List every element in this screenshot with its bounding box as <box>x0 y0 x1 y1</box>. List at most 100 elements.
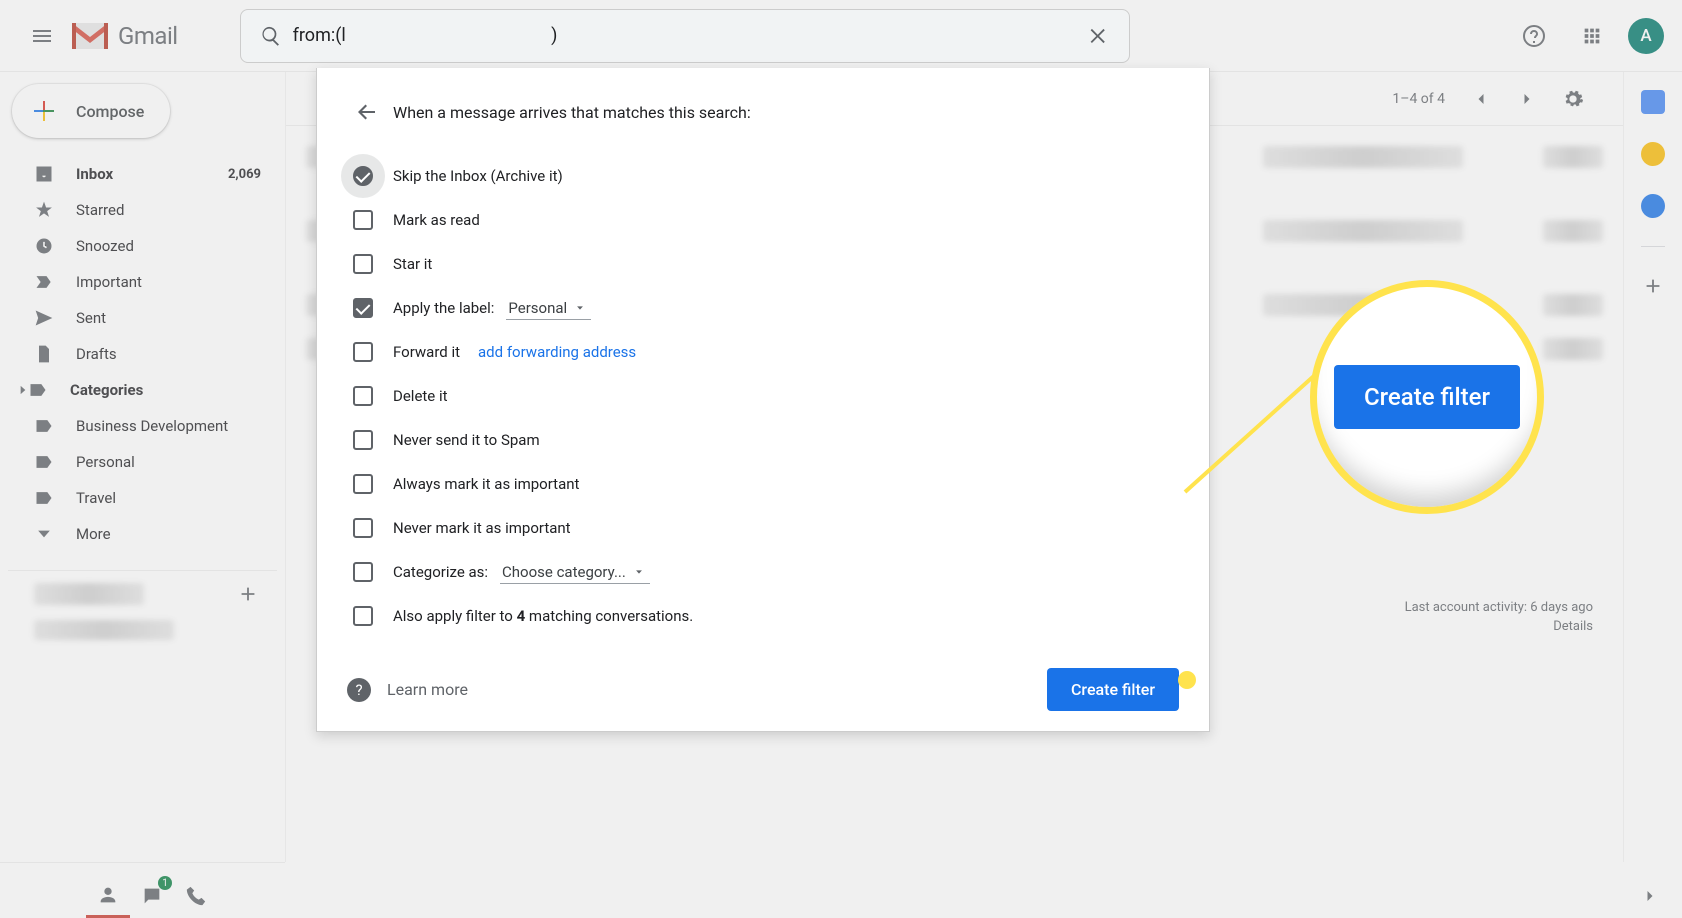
add-forwarding-link[interactable]: add forwarding address <box>478 343 636 361</box>
sidebar-item-more[interactable]: More <box>8 516 277 552</box>
sidebar-item-sent[interactable]: Sent <box>8 300 277 336</box>
hangouts-footer: 1 <box>0 862 285 918</box>
tasks-addon[interactable] <box>1641 194 1665 218</box>
chat-badge: 1 <box>158 876 172 890</box>
hangouts-tab-contacts[interactable] <box>86 874 130 918</box>
gear-icon <box>1562 88 1584 110</box>
option-never-spam: Never send it to Spam <box>393 431 540 449</box>
callout-button: Create filter <box>1334 365 1520 429</box>
arrow-left-icon <box>355 100 379 124</box>
option-also-apply: Also apply filter to 4 matching conversa… <box>393 607 693 625</box>
send-icon <box>34 308 54 328</box>
option-never-important: Never mark it as important <box>393 519 571 537</box>
checkbox-apply-label[interactable] <box>353 298 373 318</box>
plus-icon <box>26 93 62 129</box>
checkbox-never-important[interactable] <box>353 518 373 538</box>
phone-icon <box>185 885 207 907</box>
sidebar-item-categories[interactable]: Categories <box>8 372 277 408</box>
activity-text: Last account activity: 6 days ago <box>1405 600 1593 615</box>
chevron-right-icon <box>1517 89 1537 109</box>
chevron-left-icon <box>1471 89 1491 109</box>
sidebar-item-business-development[interactable]: Business Development <box>8 408 277 444</box>
sidebar-item-inbox[interactable]: Inbox 2,069 <box>8 156 277 192</box>
page-count: 1–4 of 4 <box>1392 91 1445 107</box>
checkbox-categorize[interactable] <box>353 562 373 582</box>
option-mark-read: Mark as read <box>393 211 480 229</box>
account-activity: Last account activity: 6 days ago Detail… <box>1405 600 1593 634</box>
keep-addon[interactable] <box>1641 142 1665 166</box>
sidebar-item-drafts[interactable]: Drafts <box>8 336 277 372</box>
filter-panel: When a message arrives that matches this… <box>316 68 1210 732</box>
person-icon <box>97 884 119 906</box>
settings-button[interactable] <box>1553 79 1593 119</box>
sidebar-item-personal[interactable]: Personal <box>8 444 277 480</box>
new-chat-button[interactable] <box>237 583 259 605</box>
next-page-button[interactable] <box>1507 79 1547 119</box>
sidebar-item-starred[interactable]: Starred <box>8 192 277 228</box>
apps-button[interactable] <box>1570 14 1614 58</box>
get-addons-button[interactable] <box>1642 275 1664 297</box>
account-avatar[interactable]: A <box>1628 18 1664 54</box>
help-button[interactable]: ? <box>347 678 371 702</box>
callout-ring: Create filter <box>1310 280 1544 514</box>
category-select[interactable]: Choose category... <box>500 561 650 584</box>
star-icon <box>34 200 54 220</box>
chevron-down-icon <box>634 567 644 577</box>
option-always-important: Always mark it as important <box>393 475 579 493</box>
help-icon <box>1522 24 1546 48</box>
sidebar-item-travel[interactable]: Travel <box>8 480 277 516</box>
gmail-logo[interactable]: Gmail <box>70 21 178 51</box>
clock-icon <box>34 236 54 256</box>
search-clear-button[interactable] <box>1077 14 1121 58</box>
checkbox-forward[interactable] <box>353 342 373 362</box>
apps-icon <box>1581 25 1603 47</box>
compose-button[interactable]: Compose <box>12 84 170 138</box>
activity-details-link[interactable]: Details <box>1405 619 1593 634</box>
checkbox-delete[interactable] <box>353 386 373 406</box>
checkbox-skip-inbox[interactable] <box>353 166 373 186</box>
option-skip-inbox: Skip the Inbox (Archive it) <box>393 167 563 185</box>
option-star: Star it <box>393 255 432 273</box>
gmail-logo-text: Gmail <box>118 22 178 50</box>
sidebar-item-important[interactable]: Important <box>8 264 277 300</box>
label-icon <box>34 452 54 472</box>
checkbox-star[interactable] <box>353 254 373 274</box>
checkbox-also-apply[interactable] <box>353 606 373 626</box>
filter-back-button[interactable] <box>347 92 387 132</box>
checkbox-mark-read[interactable] <box>353 210 373 230</box>
search-button[interactable] <box>249 14 293 58</box>
important-icon <box>34 272 54 292</box>
plus-icon <box>237 583 259 605</box>
create-filter-button[interactable]: Create filter <box>1047 668 1179 711</box>
main-menu-button[interactable] <box>18 12 66 60</box>
compose-label: Compose <box>76 102 144 121</box>
checkbox-never-spam[interactable] <box>353 430 373 450</box>
search-icon <box>260 25 282 47</box>
file-icon <box>34 344 54 364</box>
hangouts-section <box>8 570 277 647</box>
side-panel-toggle[interactable] <box>1640 886 1660 906</box>
label-select[interactable]: Personal <box>506 297 591 320</box>
prev-page-button[interactable] <box>1461 79 1501 119</box>
hangouts-tab-chat[interactable]: 1 <box>130 874 174 918</box>
label-icon <box>34 416 54 436</box>
sidebar-item-snoozed[interactable]: Snoozed <box>8 228 277 264</box>
hamburger-icon <box>30 24 54 48</box>
checkbox-always-important[interactable] <box>353 474 373 494</box>
sidebar: Compose Inbox 2,069 Starred Snoozed Impo… <box>0 72 285 862</box>
calendar-addon[interactable] <box>1641 90 1665 114</box>
support-button[interactable] <box>1512 14 1556 58</box>
plus-icon <box>1642 275 1664 297</box>
option-apply-label: Apply the label: <box>393 299 494 317</box>
rail-divider <box>1641 246 1665 247</box>
gmail-logo-icon <box>70 21 110 51</box>
close-icon <box>1088 25 1110 47</box>
search-input[interactable] <box>293 25 1077 46</box>
filter-title: When a message arrives that matches this… <box>393 103 751 122</box>
learn-more-link[interactable]: Learn more <box>387 680 468 699</box>
hangouts-user <box>34 583 144 605</box>
label-icon <box>34 488 54 508</box>
side-panel <box>1624 72 1682 862</box>
hangouts-contact[interactable] <box>34 620 174 640</box>
hangouts-tab-phone[interactable] <box>174 874 218 918</box>
